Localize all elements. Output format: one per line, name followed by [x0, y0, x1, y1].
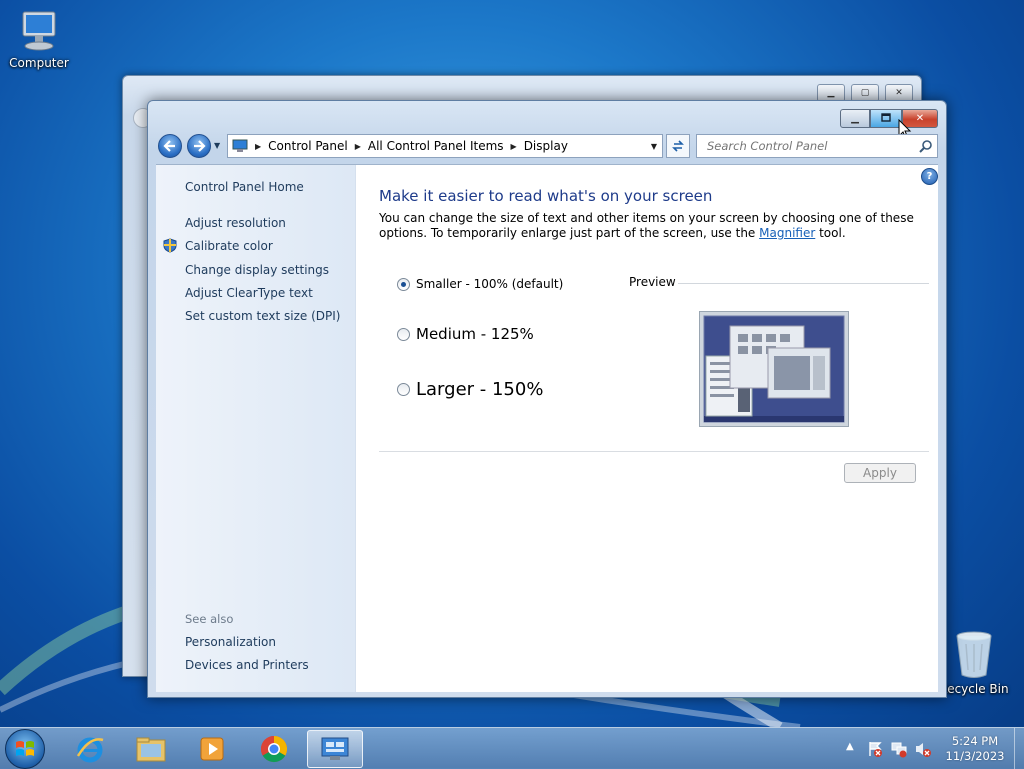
recycle-bin-icon: [956, 631, 992, 678]
address-dropdown-icon[interactable]: ▼: [651, 142, 657, 151]
taskbar-control-panel[interactable]: [307, 730, 363, 768]
radio-button-selected[interactable]: [397, 277, 410, 291]
main-pane: ? Make it easier to read what's on your …: [356, 165, 938, 692]
chrome-icon: [260, 735, 288, 763]
see-also-heading: See also: [185, 612, 234, 626]
option-label: Larger - 150%: [416, 379, 544, 400]
sidebar-item-custom-dpi[interactable]: Set custom text size (DPI): [185, 309, 340, 323]
breadcrumb-separator-icon[interactable]: ▶: [255, 142, 261, 151]
page-description: You can change the size of text and othe…: [379, 211, 919, 241]
minimize-button[interactable]: ▁: [840, 109, 870, 128]
breadcrumb-separator-icon[interactable]: ▶: [511, 142, 517, 151]
preview-label: Preview: [629, 275, 676, 289]
taskbar-internet-explorer[interactable]: [62, 730, 118, 768]
show-desktop-button[interactable]: [1014, 728, 1024, 769]
control-panel-icon: [232, 139, 248, 152]
clock-time: 5:24 PM: [951, 734, 999, 748]
breadcrumb-display[interactable]: Display: [524, 139, 568, 153]
desktop-icon-recycle-bin[interactable]: Recycle Bin: [936, 630, 1012, 696]
folder-icon: [136, 737, 166, 762]
apply-button[interactable]: Apply: [844, 463, 916, 483]
arrow-left-icon: [163, 140, 175, 152]
back-button[interactable]: [158, 134, 182, 158]
preview-divider: [678, 283, 929, 284]
sidebar-item-calibrate-color[interactable]: Calibrate color: [185, 239, 273, 253]
arrow-right-icon: [194, 140, 206, 152]
option-larger[interactable]: Larger - 150%: [397, 379, 543, 400]
start-button[interactable]: [5, 729, 45, 769]
action-center-flag-icon[interactable]: [866, 740, 884, 758]
show-hidden-icons-button[interactable]: ▲: [846, 741, 854, 752]
refresh-icon: [672, 140, 684, 152]
breadcrumb-control-panel[interactable]: Control Panel: [268, 139, 348, 153]
forward-button[interactable]: [187, 134, 211, 158]
taskbar-chrome[interactable]: [246, 730, 302, 768]
windows-logo-icon: [16, 741, 34, 756]
taskbar-media-player[interactable]: [184, 730, 240, 768]
media-player-icon: [200, 737, 224, 761]
taskbar-clock[interactable]: 5:24 PM 11/3/2023: [940, 734, 1010, 764]
desktop-icon-label: Computer: [9, 56, 69, 70]
search-input[interactable]: [705, 138, 919, 154]
taskbar: ▲ 5:24 PM 11/3/2023: [0, 727, 1024, 769]
page-title: Make it easier to read what's on your sc…: [379, 187, 713, 205]
magnifier-link[interactable]: Magnifier: [759, 226, 815, 240]
option-label: Smaller - 100% (default): [416, 277, 564, 291]
network-icon[interactable]: [890, 740, 908, 758]
radio-button[interactable]: [397, 327, 410, 341]
preview-image: [699, 311, 849, 427]
sidebar-item-personalization[interactable]: Personalization: [185, 635, 276, 649]
address-bar[interactable]: ▶ Control Panel ▶ All Control Panel Item…: [227, 134, 663, 158]
sidebar-item-devices-printers[interactable]: Devices and Printers: [185, 658, 309, 672]
separator: [379, 451, 929, 452]
computer-icon: [22, 11, 56, 51]
content-area: Control Panel Home Adjust resolution Cal…: [156, 164, 938, 692]
search-icon[interactable]: [919, 139, 933, 153]
taskbar-windows-explorer[interactable]: [123, 730, 179, 768]
speaker-muted-icon[interactable]: [914, 740, 932, 758]
help-icon[interactable]: ?: [921, 168, 938, 185]
internet-explorer-icon: [76, 737, 104, 763]
search-box[interactable]: [696, 134, 938, 158]
sidebar-item-adjust-cleartype[interactable]: Adjust ClearType text: [185, 286, 313, 300]
breadcrumb-all-items[interactable]: All Control Panel Items: [368, 139, 504, 153]
sidebar-item-adjust-resolution[interactable]: Adjust resolution: [185, 216, 286, 230]
refresh-button[interactable]: [666, 134, 690, 158]
restore-icon: [881, 113, 891, 122]
breadcrumb-separator-icon[interactable]: ▶: [355, 142, 361, 151]
display-control-panel-window[interactable]: ▁ ✕ ▼ ▶ Control Panel ▶ All Control Pane…: [147, 100, 947, 698]
radio-button[interactable]: [397, 383, 410, 396]
preview-screen-icon: [703, 315, 845, 423]
task-pane: Control Panel Home Adjust resolution Cal…: [156, 165, 356, 692]
desktop-icon-label: Recycle Bin: [939, 682, 1009, 696]
sidebar-item-change-display-settings[interactable]: Change display settings: [185, 263, 329, 277]
control-panel-icon: [321, 737, 349, 760]
recent-pages-dropdown-icon[interactable]: ▼: [214, 141, 220, 150]
description-text-end: tool.: [815, 226, 846, 240]
desktop-icon-computer[interactable]: Computer: [1, 8, 77, 70]
sidebar-item-control-panel-home[interactable]: Control Panel Home: [185, 180, 304, 194]
option-smaller[interactable]: Smaller - 100% (default): [397, 277, 563, 291]
clock-date: 11/3/2023: [945, 749, 1005, 763]
option-label: Medium - 125%: [416, 325, 534, 343]
shield-icon: [163, 238, 177, 253]
option-medium[interactable]: Medium - 125%: [397, 325, 534, 343]
